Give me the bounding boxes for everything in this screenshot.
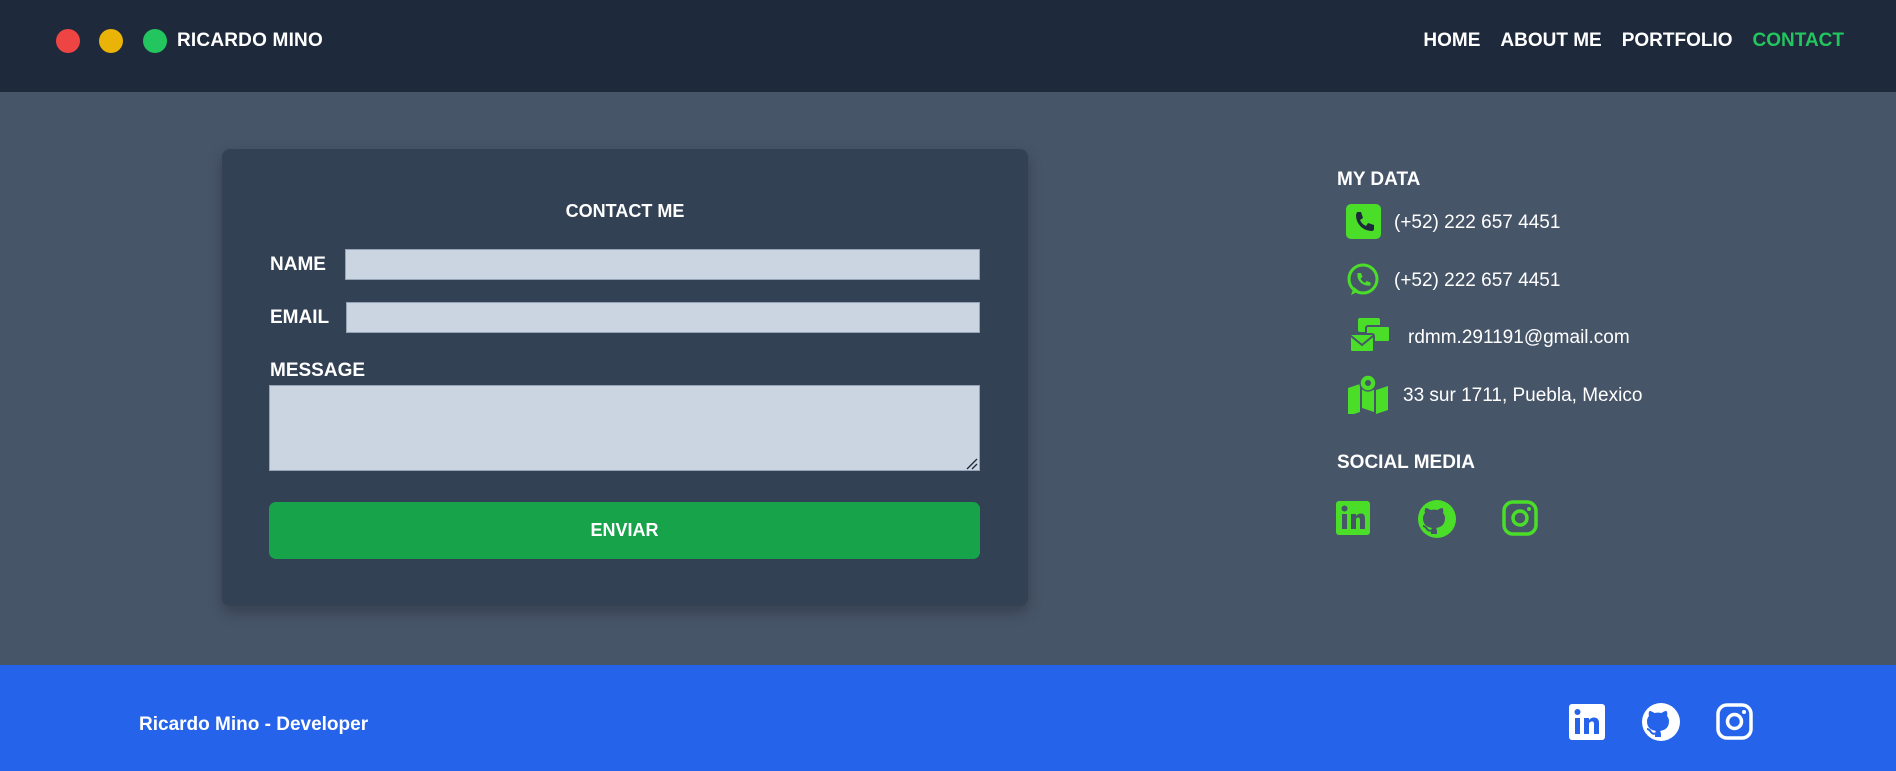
phone-icon (1346, 204, 1381, 239)
yellow-dot-icon (99, 29, 123, 53)
email-icon (1349, 318, 1391, 353)
email-input[interactable] (346, 302, 980, 333)
github-icon[interactable] (1417, 499, 1457, 539)
whatsapp-icon (1347, 263, 1379, 295)
email-text: rdmm.291191@gmail.com (1408, 327, 1630, 348)
nav-home[interactable]: HOME (1423, 30, 1480, 52)
map-icon (1348, 374, 1388, 414)
name-label: NAME (270, 254, 326, 275)
red-dot-icon (56, 29, 80, 53)
green-dot-icon (143, 29, 167, 53)
social-media-title: SOCIAL MEDIA (1337, 452, 1475, 473)
address-text: 33 sur 1711, Puebla, Mexico (1403, 385, 1643, 406)
footer-linkedin-icon[interactable] (1567, 702, 1607, 742)
contact-form-title: CONTACT ME (565, 201, 685, 221)
send-button[interactable]: ENVIAR (269, 502, 980, 559)
email-label: EMAIL (270, 307, 330, 328)
message-textarea[interactable] (269, 385, 980, 471)
name-input[interactable] (345, 249, 980, 280)
brand-name[interactable]: RICARDO MINO (177, 30, 323, 52)
footer-text: Ricardo Mino - Developer (139, 714, 369, 735)
top-navbar: RICARDO MINO HOME ABOUT ME PORTFOLIO CON… (0, 0, 1896, 92)
instagram-icon[interactable] (1501, 499, 1541, 539)
linkedin-icon[interactable] (1334, 499, 1374, 539)
resize-grip-icon[interactable] (965, 457, 978, 470)
main-nav: HOME ABOUT ME PORTFOLIO CONTACT (1423, 30, 1844, 52)
my-data-title: MY DATA (1337, 169, 1421, 190)
whatsapp-text: (+52) 222 657 4451 (1394, 270, 1561, 291)
nav-about-me[interactable]: ABOUT ME (1500, 30, 1601, 52)
nav-portfolio[interactable]: PORTFOLIO (1622, 30, 1733, 52)
footer-github-icon[interactable] (1641, 702, 1681, 742)
footer-instagram-icon[interactable] (1715, 702, 1755, 742)
message-label: MESSAGE (270, 360, 366, 381)
nav-contact[interactable]: CONTACT (1753, 30, 1844, 52)
phone-text: (+52) 222 657 4451 (1394, 212, 1561, 233)
